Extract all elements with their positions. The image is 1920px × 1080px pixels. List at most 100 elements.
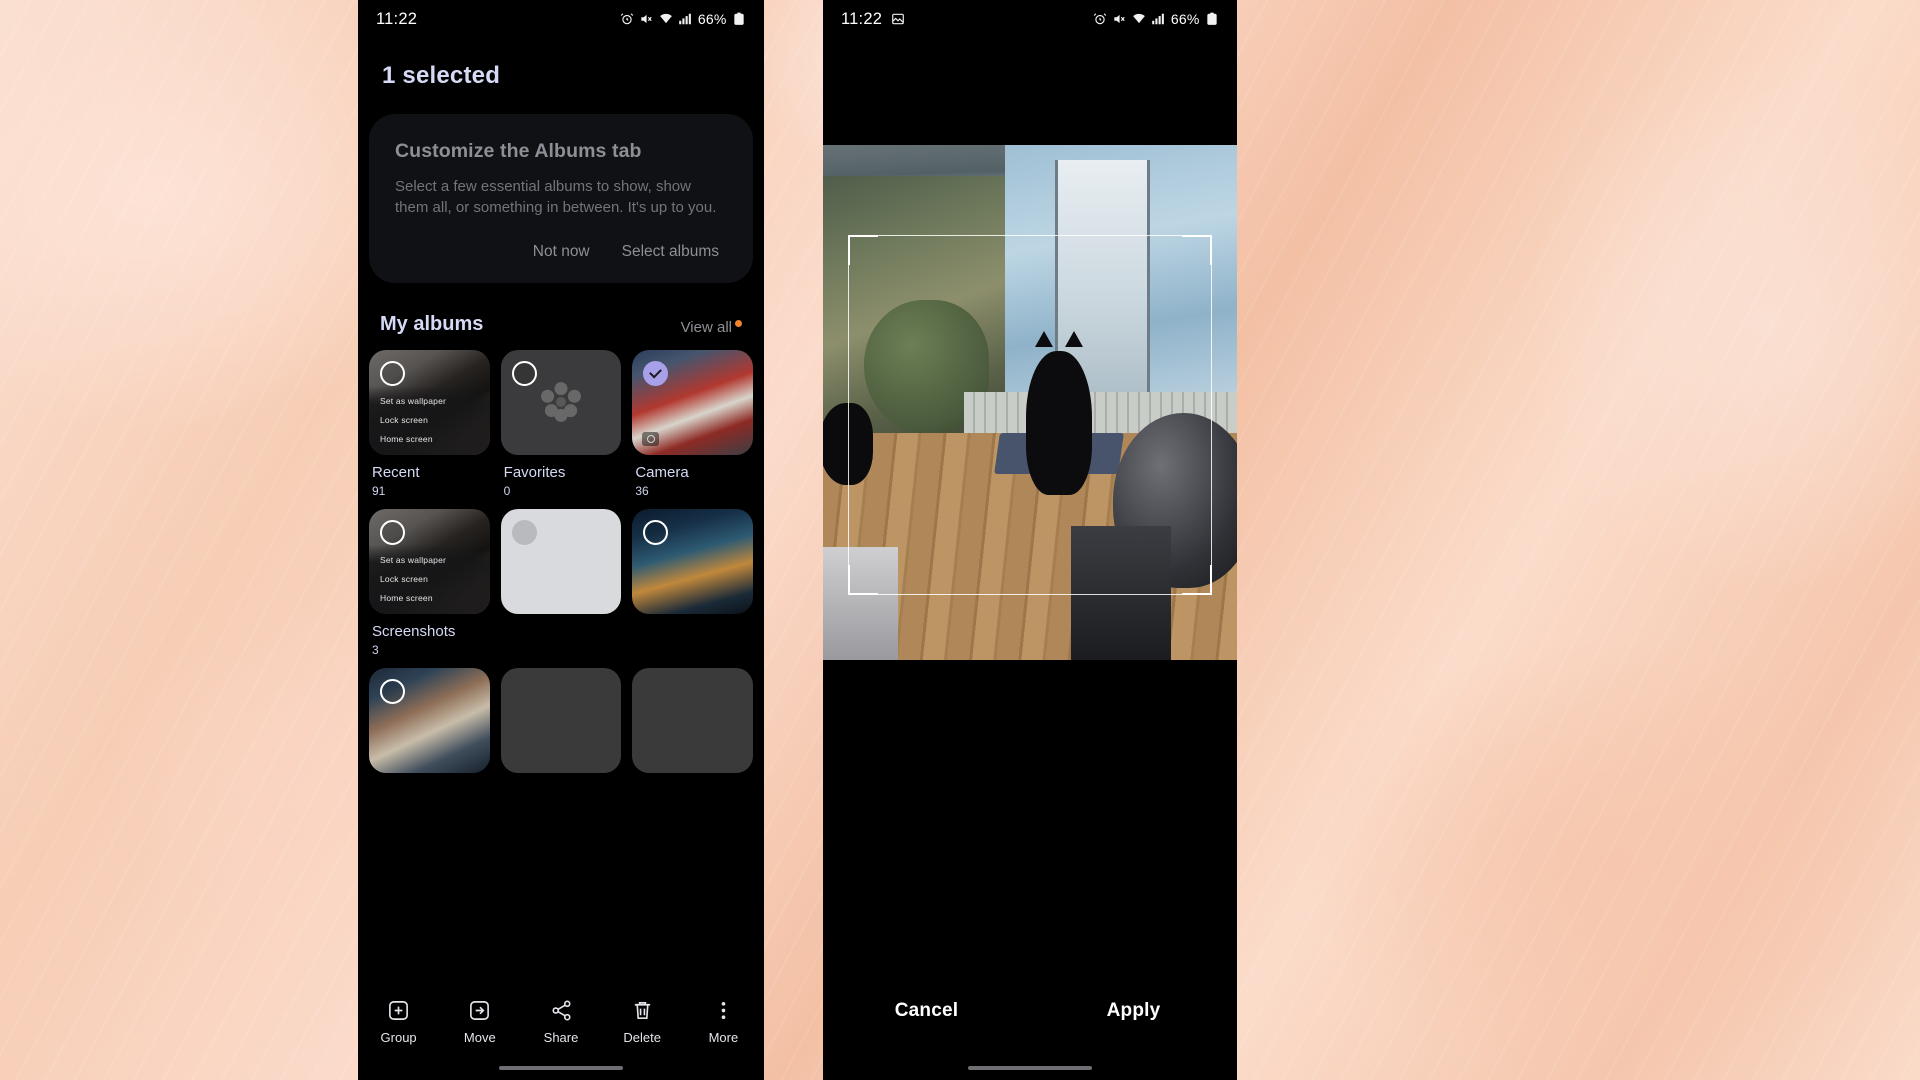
select-albums-button[interactable]: Select albums: [618, 237, 723, 267]
photo-cat: [1025, 330, 1093, 496]
toolbar-button-more[interactable]: More: [683, 999, 764, 1045]
flower-icon: [541, 382, 581, 423]
wallpaper-options-overlay: Set as wallpaper Lock screen Home screen: [369, 385, 490, 455]
camera-badge-icon: [642, 431, 660, 446]
album-count: 3: [372, 642, 379, 657]
overlay-option: Lock screen: [380, 573, 429, 584]
album-thumbnail[interactable]: [369, 667, 490, 773]
battery-percent: 66%: [697, 11, 727, 27]
more-vertical-icon: [721, 1001, 726, 1020]
album-tile-recent[interactable]: Set as wallpaper Lock screen Home screen…: [369, 349, 490, 498]
right-status-bar: 11:22 66%: [823, 0, 1237, 38]
toolbar-button-group[interactable]: Group: [358, 999, 439, 1045]
album-tile-6[interactable]: [632, 508, 753, 657]
overlay-option: Set as wallpaper: [380, 554, 447, 565]
promo-body: Select a few essential albums to show, s…: [395, 178, 717, 217]
album-thumbnail[interactable]: [632, 508, 753, 614]
overlay-option: Home screen: [380, 433, 433, 444]
move-icon: [470, 1001, 490, 1020]
status-time: 11:22: [376, 9, 418, 28]
my-albums-header: My albums View all: [358, 283, 764, 336]
album-thumbnail[interactable]: [500, 508, 622, 614]
album-name: Camera: [635, 463, 689, 481]
alarm-icon: [1093, 13, 1107, 25]
toolbar-button-delete[interactable]: Delete: [602, 999, 683, 1045]
wifi-icon: [1133, 13, 1145, 24]
right-phone-screen: 11:22 66% Cancel Apply: [823, 0, 1237, 1080]
status-right-icons: 66%: [1093, 11, 1219, 27]
apply-button[interactable]: Apply: [1030, 1000, 1237, 1022]
selection-circle[interactable]: [380, 519, 405, 545]
album-name: Favorites: [503, 463, 566, 481]
home-indicator[interactable]: [499, 1066, 623, 1070]
album-thumbnail[interactable]: Set as wallpaper Lock screen Home screen: [369, 508, 490, 614]
album-thumbnail[interactable]: [500, 349, 622, 455]
toolbar-label: More: [708, 1030, 739, 1045]
section-title: My albums: [380, 312, 484, 335]
overlay-option: Lock screen: [380, 414, 429, 425]
status-time: 11:22: [841, 9, 883, 28]
share-icon: [551, 1000, 571, 1021]
album-name: Screenshots: [372, 622, 456, 640]
album-count: 36: [635, 483, 649, 498]
crop-action-bar: Cancel Apply: [823, 1000, 1237, 1022]
view-all-button[interactable]: View all: [681, 319, 742, 336]
albums-grid: Set as wallpaper Lock screen Home screen…: [358, 336, 764, 773]
left-phone-screen: 11:22 66% 1 selected Customize the Album…: [358, 0, 764, 1080]
toolbar-label: Share: [543, 1030, 579, 1045]
overlay-option: Home screen: [380, 592, 433, 603]
selection-circle[interactable]: [380, 360, 405, 386]
overlay-option: Set as wallpaper: [380, 395, 447, 406]
album-tile-screenshots[interactable]: Set as wallpaper Lock screen Home screen…: [369, 508, 490, 657]
new-badge-dot: [735, 319, 742, 327]
selection-circle[interactable]: [511, 360, 537, 386]
page-title: 1 selected: [382, 62, 501, 89]
toolbar-label: Move: [463, 1030, 496, 1045]
album-tile-9[interactable]: [632, 667, 753, 773]
trash-icon: [634, 1002, 650, 1019]
selection-circle[interactable]: [380, 678, 405, 704]
selection-circle[interactable]: [643, 519, 669, 545]
cancel-button[interactable]: Cancel: [823, 1000, 1030, 1022]
album-count: 0: [503, 483, 511, 498]
wifi-icon: [660, 13, 672, 24]
photo-chair: [1071, 526, 1171, 660]
wallpaper-options-overlay: Set as wallpaper Lock screen Home screen: [369, 544, 490, 614]
album-name: Recent: [372, 463, 420, 481]
album-tile-5[interactable]: [500, 508, 622, 657]
view-all-label: View all: [680, 318, 732, 336]
album-tile-favorites[interactable]: Favorites 0: [500, 349, 622, 498]
signal-icon: [1152, 13, 1165, 25]
album-tile-8[interactable]: [500, 667, 622, 773]
album-tile-camera[interactable]: Camera 36: [632, 349, 753, 498]
album-count: 91: [372, 483, 386, 498]
group-icon: [389, 1001, 409, 1020]
promo-actions: Not now Select albums: [395, 237, 727, 267]
home-indicator[interactable]: [968, 1066, 1092, 1070]
cover-photo[interactable]: [823, 145, 1237, 660]
battery-icon: [1207, 12, 1217, 25]
selection-circle-checked[interactable]: [643, 360, 669, 386]
not-now-button[interactable]: Not now: [529, 237, 594, 267]
selection-circle[interactable]: [511, 519, 537, 545]
battery-icon: [734, 12, 744, 25]
album-thumbnail[interactable]: [632, 667, 753, 773]
customize-albums-card: Customize the Albums tab Select a few es…: [369, 114, 753, 283]
album-thumbnail[interactable]: [632, 349, 753, 455]
status-notification-icons: [891, 12, 905, 26]
promo-title: Customize the Albums tab: [395, 140, 642, 162]
signal-icon: [679, 13, 692, 25]
toolbar-label: Group: [380, 1030, 417, 1045]
toolbar-button-share[interactable]: Share: [520, 999, 601, 1045]
album-tile-7[interactable]: [369, 667, 490, 773]
album-thumbnail[interactable]: [500, 667, 622, 773]
status-right-icons: 66%: [620, 11, 746, 27]
album-thumbnail[interactable]: Set as wallpaper Lock screen Home screen: [369, 349, 490, 455]
crop-stage[interactable]: [823, 145, 1237, 660]
battery-percent: 66%: [1170, 11, 1200, 27]
toolbar-button-move[interactable]: Move: [439, 999, 520, 1045]
photo-second-cat: [823, 402, 873, 485]
image-icon: [892, 13, 904, 25]
mute-icon: [641, 14, 653, 24]
photo-sofa: [823, 546, 898, 660]
